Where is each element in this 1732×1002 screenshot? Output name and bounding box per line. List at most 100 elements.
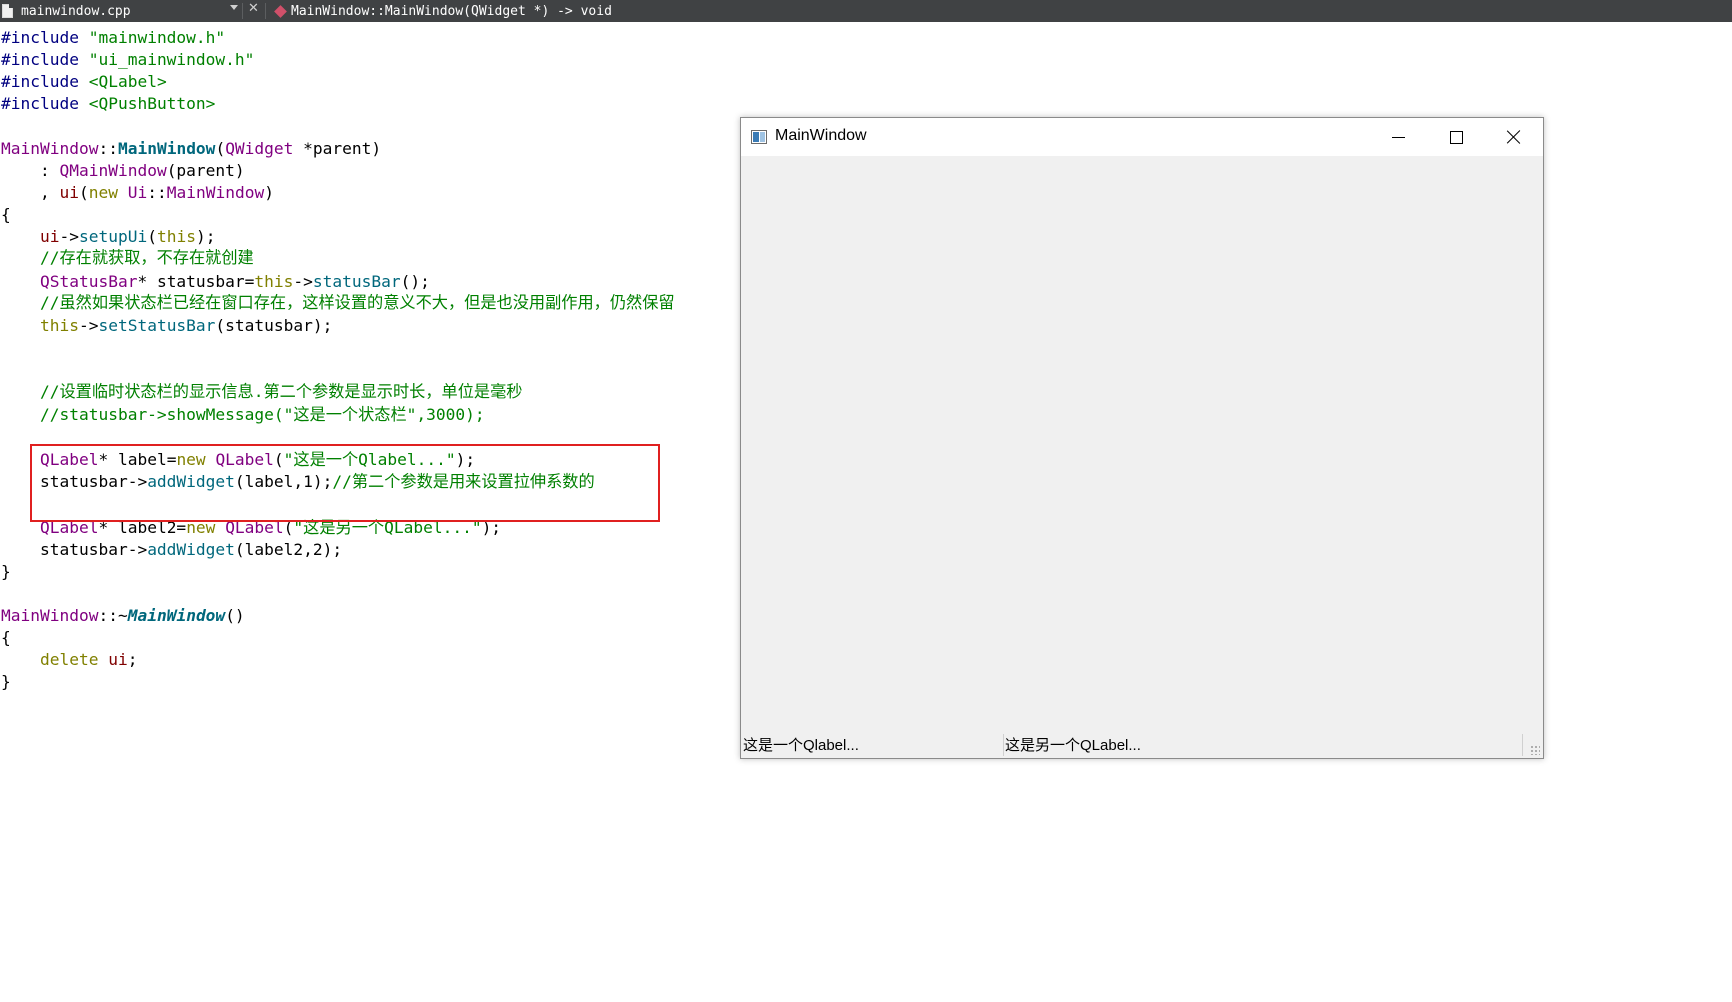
code-token: MainWindow — [1, 606, 99, 625]
code-token: } — [1, 672, 11, 691]
code-line[interactable]: } — [1, 671, 11, 693]
code-token: -> — [78, 316, 99, 335]
symbol-label: MainWindow::MainWindow(QWidget *) -> voi… — [291, 3, 612, 19]
close-button[interactable] — [1485, 118, 1543, 156]
code-token: :: — [98, 139, 118, 158]
toolbar-divider — [265, 3, 266, 19]
status-divider — [1522, 734, 1523, 756]
status-label-1: 这是一个Qlabel... — [743, 737, 859, 754]
file-tab-label: mainwindow.cpp — [21, 3, 131, 19]
code-token: setStatusBar — [98, 316, 216, 335]
code-token: <QLabel> — [88, 72, 167, 91]
chevron-down-icon[interactable] — [230, 5, 238, 10]
code-token: setupUi — [78, 227, 148, 246]
app-icon — [751, 130, 767, 144]
code-token: <QPushButton> — [88, 94, 216, 113]
method-icon — [274, 4, 287, 18]
code-line[interactable]: } — [1, 561, 11, 583]
code-line[interactable]: #include <QLabel> — [1, 71, 167, 93]
code-token: #include — [1, 50, 89, 69]
code-line[interactable]: delete ui; — [1, 649, 137, 671]
code-token: MainWindow — [1, 139, 99, 158]
code-token: "mainwindow.h" — [88, 28, 226, 47]
code-token: } — [1, 562, 11, 581]
code-token: (parent) — [166, 161, 245, 180]
code-line[interactable]: this->setStatusBar(statusbar); — [1, 315, 332, 337]
code-token: this — [254, 272, 294, 291]
code-token: MainWindow — [117, 139, 216, 158]
code-token: MainWindow — [127, 606, 226, 625]
code-token: this — [156, 227, 196, 246]
minimize-button[interactable] — [1369, 118, 1427, 156]
code-token: ; — [127, 650, 138, 669]
code-line[interactable]: { — [1, 204, 11, 226]
code-token: statusbar-> — [1, 540, 148, 559]
code-token: ( — [215, 139, 226, 158]
code-token: , — [1, 183, 60, 202]
file-icon — [2, 4, 13, 18]
code-token: new — [88, 183, 118, 202]
code-token: //statusbar->showMessage("这是一个状态栏",3000)… — [1, 405, 485, 424]
code-line[interactable]: : QMainWindow(parent) — [1, 160, 245, 182]
code-token: ) — [264, 183, 274, 202]
symbol-selector[interactable]: MainWindow::MainWindow(QWidget *) -> voi… — [272, 0, 612, 22]
code-token: QMainWindow — [59, 161, 167, 180]
window-titlebar[interactable]: MainWindow — [741, 118, 1543, 156]
code-line[interactable]: #include "ui_mainwindow.h" — [1, 49, 254, 71]
code-line[interactable]: , ui(new Ui::MainWindow) — [1, 182, 274, 204]
code-token: addWidget — [147, 540, 235, 559]
code-line[interactable]: QStatusBar* statusbar=this->statusBar(); — [1, 271, 430, 293]
central-widget — [741, 156, 1543, 736]
highlight-annotation-box — [30, 444, 660, 522]
status-bar: 这是一个Qlabel... 这是另一个QLabel... — [741, 732, 1543, 758]
file-tab[interactable]: mainwindow.cpp — [0, 0, 242, 22]
maximize-button[interactable] — [1427, 118, 1485, 156]
code-line[interactable]: ui->setupUi(this); — [1, 226, 215, 248]
code-token: () — [225, 606, 245, 625]
code-token: ui — [39, 227, 60, 246]
code-line[interactable]: #include <QPushButton> — [1, 93, 215, 115]
code-token: //设置临时状态栏的显示信息.第二个参数是显示时长，单位是毫秒 — [1, 382, 523, 401]
code-line[interactable]: MainWindow::MainWindow(QWidget *parent) — [1, 138, 381, 160]
code-token: ( — [78, 183, 89, 202]
code-line[interactable]: //statusbar->showMessage("这是一个状态栏",3000)… — [1, 404, 485, 426]
code-line[interactable]: //虽然如果状态栏已经在窗口存在，这样设置的意义不大，但是也没用副作用，仍然保留 — [1, 292, 675, 314]
code-token: -> — [59, 227, 79, 246]
code-token: QStatusBar — [39, 272, 138, 291]
code-line[interactable]: { — [1, 627, 11, 649]
code-token: :: — [147, 183, 167, 202]
code-token: *parent) — [293, 139, 382, 158]
status-divider — [1003, 734, 1004, 756]
code-line[interactable]: //存在就获取，不存在就创建 — [1, 247, 254, 269]
code-token: "ui_mainwindow.h" — [88, 50, 255, 69]
code-token: Ui — [127, 183, 148, 202]
code-line[interactable]: //设置临时状态栏的显示信息.第二个参数是显示时长，单位是毫秒 — [1, 381, 523, 403]
code-line[interactable]: #include "mainwindow.h" — [1, 27, 225, 49]
code-token: #include — [1, 94, 89, 113]
code-token: //虽然如果状态栏已经在窗口存在，这样设置的意义不大，但是也没用副作用，仍然保留 — [1, 293, 675, 312]
code-token: ui — [108, 650, 128, 669]
maximize-icon — [1449, 130, 1463, 144]
code-token: { — [1, 628, 11, 647]
code-token: ( — [147, 227, 157, 246]
code-token: statusBar — [312, 272, 401, 291]
code-token: -> — [293, 272, 313, 291]
qt-main-window: MainWindow 这是一个Qlabel... 这是另一个QLabel... — [740, 117, 1544, 759]
code-token: #include — [1, 72, 89, 91]
code-token: ::~ — [98, 606, 128, 625]
code-line[interactable]: statusbar->addWidget(label2,2); — [1, 539, 342, 561]
close-icon[interactable]: ✕ — [248, 1, 259, 16]
code-line[interactable]: MainWindow::~MainWindow() — [1, 605, 245, 627]
minimize-icon — [1391, 136, 1405, 138]
code-token: (label2,2); — [234, 540, 343, 559]
size-grip-icon[interactable] — [1530, 745, 1540, 755]
editor-toolbar: mainwindow.cpp ✕ MainWindow::MainWindow(… — [0, 0, 1732, 22]
code-token: //存在就获取，不存在就创建 — [1, 248, 254, 267]
code-token: * statusbar= — [137, 272, 255, 291]
